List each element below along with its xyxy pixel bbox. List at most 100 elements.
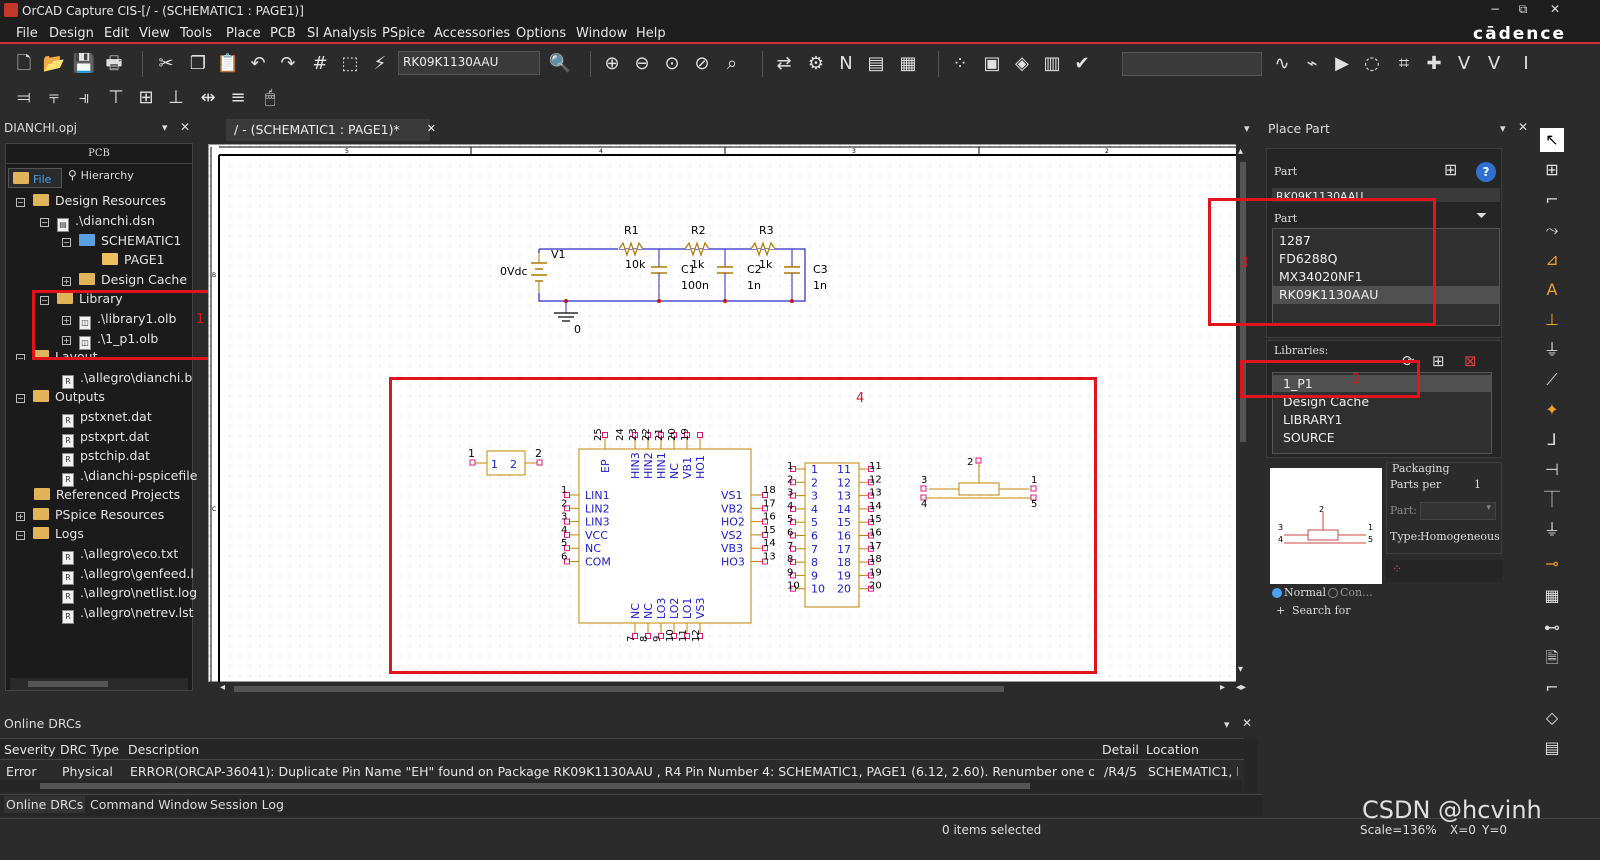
hierarchical-block-icon[interactable]: ▦ — [1540, 584, 1564, 608]
menu-pcb[interactable]: PCB — [270, 26, 296, 41]
library-item-library1[interactable]: LIBRARY1 — [1283, 412, 1342, 427]
drc-icon[interactable]: ▤ — [862, 50, 890, 78]
menu-place[interactable]: Place — [226, 26, 261, 41]
menu-design[interactable]: Design — [49, 26, 94, 41]
tab-command-window[interactable]: Command Window — [90, 797, 208, 812]
mouse-icon[interactable]: 🖱 — [256, 84, 284, 112]
edit-profile-icon[interactable]: ⌁ — [1298, 50, 1326, 78]
menu-view[interactable]: View — [139, 26, 170, 41]
results-icon[interactable]: ◌ — [1358, 50, 1386, 78]
place-net-icon[interactable]: ⤳ — [1540, 218, 1564, 242]
close-button[interactable]: ✕ — [1540, 2, 1570, 20]
run-icon[interactable]: ▶ — [1328, 50, 1356, 78]
junction-icon[interactable]: ✦ — [1540, 398, 1564, 422]
panel-menu-icon[interactable]: ▾ — [1500, 122, 1506, 135]
minimize-button[interactable]: − — [1480, 2, 1510, 20]
add-library-icon[interactable]: ⊞ — [1444, 160, 1466, 182]
part-select[interactable]: ▾ — [1420, 502, 1496, 520]
tab-session-log[interactable]: Session Log — [210, 797, 284, 812]
tab-hierarchy[interactable]: ⚲ Hierarchy — [64, 168, 144, 188]
zoom-all-icon[interactable]: ⊘ — [688, 50, 716, 78]
tab-schematic-page1[interactable]: / - (SCHEMATIC1 : PAGE1)* ✕ — [226, 119, 436, 141]
menu-help[interactable]: Help — [636, 26, 666, 41]
search-for-expand-icon[interactable]: + — [1276, 604, 1285, 617]
place-rectangle-icon[interactable]: ▤ — [1540, 736, 1564, 760]
spreadsheet-icon[interactable]: ▥ — [1038, 50, 1066, 78]
voltage-marker-icon[interactable]: V — [1450, 50, 1478, 78]
tree-pstxprt[interactable]: Rpstxprt.dat — [62, 428, 149, 448]
drc-hscroll[interactable] — [0, 780, 1242, 792]
menu-accessories[interactable]: Accessories — [434, 26, 510, 41]
bom-icon[interactable]: ▦ — [894, 50, 922, 78]
power-icon[interactable]: ⏉ — [1540, 488, 1564, 512]
tree-pspice-resources[interactable]: + PSpice Resources — [16, 506, 164, 524]
help-icon[interactable]: ? — [1476, 162, 1496, 182]
tree-pstchip[interactable]: Rpstchip.dat — [62, 447, 150, 467]
tree-netlist-log[interactable]: R .\allegro\netlist.log — [62, 584, 197, 604]
menu-file[interactable]: File — [16, 26, 38, 41]
grid-icon[interactable]: # — [306, 50, 334, 78]
tree-genfeed[interactable]: R .\allegro\genfeed.l — [62, 565, 194, 585]
find-icon[interactable]: ⌕ — [718, 50, 746, 78]
print-icon[interactable]: 🖶 — [100, 50, 128, 78]
place-line-icon[interactable]: ⌐ — [1540, 676, 1564, 700]
col-detail[interactable]: Detail — [1102, 742, 1139, 757]
add-library-icon[interactable]: ⊞ — [1432, 352, 1454, 372]
tab-online-drcs[interactable]: Online DRCs — [4, 796, 86, 813]
tree-netrev[interactable]: R .\allegro\netrev.lst — [62, 604, 194, 624]
panel-close-icon[interactable]: ✕ — [180, 120, 190, 134]
place-text-icon[interactable]: 🗎 — [1540, 646, 1564, 670]
bus-entry-icon[interactable]: ⟋ — [1540, 368, 1564, 392]
back-annotate-icon[interactable]: ⚙ — [802, 50, 830, 78]
col-description[interactable]: Description — [128, 742, 199, 757]
col-location[interactable]: Location — [1146, 742, 1199, 757]
tree-pspicefile[interactable]: R .\dianchi-pspicefile — [62, 467, 197, 487]
tree-outputs[interactable]: − Outputs — [16, 388, 105, 406]
tree-dsn[interactable]: − ▤ .\dianchi.dsn — [40, 212, 155, 232]
align-right-icon[interactable]: ⫣ — [70, 84, 98, 112]
drc-vscroll[interactable] — [1244, 738, 1258, 792]
col-severity[interactable]: Severity — [4, 742, 56, 757]
place-part-icon[interactable]: ⊞ — [1540, 158, 1564, 182]
menu-tools[interactable]: Tools — [180, 26, 212, 41]
place-polygon-icon[interactable]: ◇ — [1540, 706, 1564, 730]
place-power-icon[interactable]: ⊥ — [1540, 308, 1564, 332]
tree-referenced-projects[interactable]: Referenced Projects — [34, 486, 180, 504]
new-icon[interactable]: 🗋 — [10, 50, 38, 78]
markers-icon[interactable]: ✚ — [1420, 50, 1448, 78]
radio-convert[interactable] — [1328, 588, 1338, 598]
align-middle-icon[interactable]: ⊞ — [132, 84, 160, 112]
place-bus-icon[interactable]: ⊿ — [1540, 248, 1564, 272]
zoom-area-icon[interactable]: ⊙ — [658, 50, 686, 78]
netlist-icon[interactable]: N — [832, 50, 860, 78]
place-ground-icon[interactable]: ⏚ — [1540, 338, 1564, 362]
col-drc-type[interactable]: DRC Type — [60, 742, 119, 757]
undo-icon[interactable]: ↶ — [244, 50, 272, 78]
library-item-source[interactable]: SOURCE — [1283, 430, 1335, 445]
tree-pstxnet[interactable]: Rpstxnet.dat — [62, 408, 152, 428]
menu-pspice[interactable]: PSpice — [382, 26, 425, 41]
ground-icon[interactable]: ⏚ — [1540, 518, 1564, 542]
distribute-h-icon[interactable]: ⇹ — [194, 84, 222, 112]
new-profile-icon[interactable]: ∿ — [1268, 50, 1296, 78]
panel-close-icon[interactable]: ✕ — [1518, 120, 1528, 134]
copy-icon[interactable]: ❐ — [184, 50, 212, 78]
cut-icon[interactable]: ✂ — [152, 50, 180, 78]
filter-icon[interactable]: ⏷ — [1476, 208, 1496, 226]
tree-page1[interactable]: PAGE1 — [102, 251, 165, 269]
tree-design-cache[interactable]: + Design Cache — [62, 271, 187, 289]
remove-library-icon[interactable]: ⊠ — [1464, 352, 1486, 372]
menu-si-analysis[interactable]: SI Analysis — [307, 26, 377, 41]
tree-design-resources[interactable]: − Design Resources — [16, 192, 166, 210]
tab-file[interactable]: File — [8, 168, 62, 188]
tab-close-icon[interactable]: ✕ — [427, 122, 436, 135]
search-for-label[interactable]: Search for — [1292, 604, 1351, 617]
zoom-out-icon[interactable]: ⊖ — [628, 50, 656, 78]
save-icon[interactable]: 💾 — [70, 50, 98, 78]
select-icon[interactable]: ↖ — [1540, 128, 1564, 152]
align-left-icon[interactable]: ⫤ — [10, 84, 38, 112]
tree-schematic1[interactable]: − SCHEMATIC1 — [62, 232, 181, 250]
check-icon[interactable]: ✔ — [1068, 50, 1096, 78]
menu-edit[interactable]: Edit — [104, 26, 129, 41]
tree-hscroll[interactable] — [10, 678, 188, 690]
